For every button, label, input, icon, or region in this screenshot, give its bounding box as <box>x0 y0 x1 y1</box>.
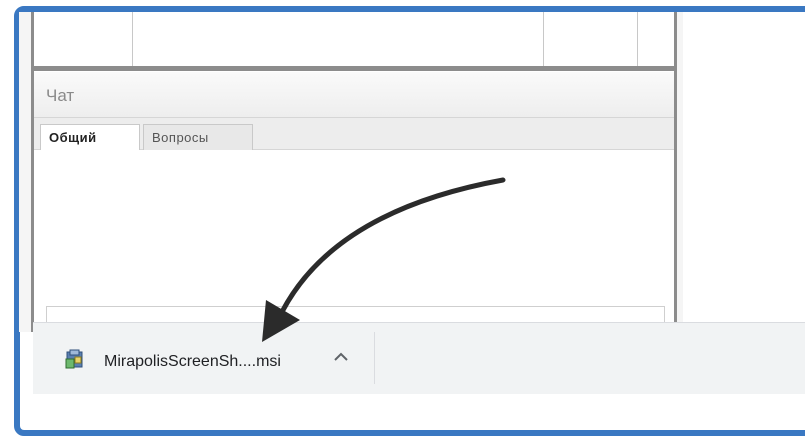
curved-arrow-icon <box>262 177 506 342</box>
